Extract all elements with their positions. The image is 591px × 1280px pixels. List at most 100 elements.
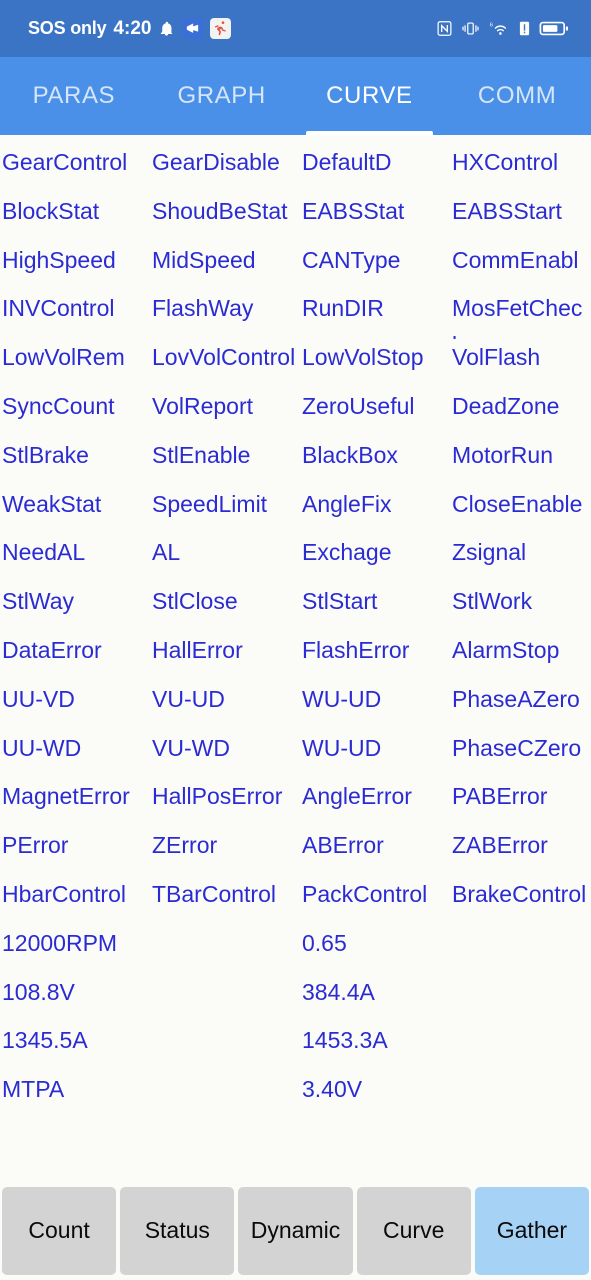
value-row: MTPA 3.40V (0, 1071, 591, 1120)
grid-cell[interactable]: ABError (300, 827, 450, 864)
grid-cell[interactable]: CloseEnable (450, 486, 591, 523)
grid-cell[interactable]: AngleError (300, 778, 450, 815)
grid-cell[interactable]: FlashWay (150, 290, 300, 327)
grid-cell[interactable]: INVControl (0, 290, 150, 327)
grid-cell[interactable]: MotorRun (450, 437, 591, 474)
grid-cell[interactable]: VolReport (150, 388, 300, 425)
grid-cell[interactable]: PError (0, 827, 150, 864)
grid-cell[interactable]: AlarmStop (450, 632, 591, 669)
grid-cell[interactable]: StlWork (450, 583, 591, 620)
grid-row: LowVolRem LovVolControl LowVolStop VolFl… (0, 339, 591, 388)
grid-cell[interactable]: GearDisable (150, 144, 300, 181)
grid-cell[interactable]: GearControl (0, 144, 150, 181)
grid-cell[interactable]: StlClose (150, 583, 300, 620)
grid-cell[interactable]: SpeedLimit (150, 486, 300, 523)
grid-cell[interactable]: SyncCount (0, 388, 150, 425)
grid-cell[interactable]: TBarControl (150, 876, 300, 913)
grid-cell[interactable]: BlockStat (0, 193, 150, 230)
grid-cell[interactable]: FlashError (300, 632, 450, 669)
grid-cell[interactable]: Zsignal (450, 534, 591, 571)
grid-cell[interactable]: PackControl (300, 876, 450, 913)
status-bar-left: SOS only 4:20 (28, 18, 232, 40)
value-cell[interactable]: MTPA (0, 1071, 300, 1108)
grid-cell[interactable]: HbarControl (0, 876, 150, 913)
grid-cell[interactable]: DefaultD (300, 144, 450, 181)
grid-cell[interactable]: StlWay (0, 583, 150, 620)
grid-cell[interactable]: DeadZone (450, 388, 591, 425)
grid-cell[interactable]: MagnetError (0, 778, 150, 815)
grid-cell[interactable]: HallError (150, 632, 300, 669)
grid-cell[interactable]: WU-UD (300, 730, 450, 767)
grid-cell[interactable]: LowVolRem (0, 339, 150, 376)
grid-cell[interactable]: WeakStat (0, 486, 150, 523)
grid-row: StlWay StlClose StlStart StlWork (0, 583, 591, 632)
tab-graph[interactable]: GRAPH (148, 57, 296, 135)
grid-cell[interactable]: ZeroUseful (300, 388, 450, 425)
grid-cell[interactable]: ZError (150, 827, 300, 864)
grid-row: HighSpeed MidSpeed CANType CommEnable (0, 242, 591, 291)
value-cell[interactable]: 3.40V (300, 1071, 591, 1108)
grid-cell[interactable]: PABError (450, 778, 591, 815)
app-blue-icon (182, 18, 204, 39)
grid-cell[interactable]: CommEnable (450, 242, 591, 291)
grid-cell[interactable]: StlEnable (150, 437, 300, 474)
grid-row: HbarControl TBarControl PackControl Brak… (0, 876, 591, 925)
grid-cell[interactable]: ShoudBeStat (150, 193, 300, 230)
button-status[interactable]: Status (120, 1186, 235, 1275)
tab-bar: PARAS GRAPH CURVE COMM (0, 57, 591, 135)
grid-cell[interactable]: DataError (0, 632, 150, 669)
value-cell[interactable]: 0.65 (300, 925, 591, 962)
button-gather[interactable]: Gather (474, 1186, 590, 1275)
button-curve[interactable]: Curve (356, 1186, 471, 1275)
button-dynamic[interactable]: Dynamic (238, 1186, 353, 1275)
grid-cell[interactable]: VolFlash (450, 339, 591, 376)
grid-cell[interactable]: HallPosError (150, 778, 300, 815)
tab-label: PARAS (32, 82, 116, 109)
value-cell[interactable]: 108.8V (0, 974, 300, 1011)
tab-curve[interactable]: CURVE (296, 57, 444, 135)
grid-cell[interactable]: LovVolControl (150, 339, 300, 376)
grid-cell[interactable]: HighSpeed (0, 242, 150, 279)
grid-cell[interactable]: ZABError (450, 827, 591, 864)
nfc-icon (436, 20, 453, 37)
grid-row: GearControl GearDisable DefaultD HXContr… (0, 144, 591, 193)
grid-cell[interactable]: VU-WD (150, 730, 300, 767)
grid-cell[interactable]: NeedAL (0, 534, 150, 571)
tab-paras[interactable]: PARAS (0, 57, 148, 135)
value-cell[interactable]: 12000RPM (0, 925, 300, 962)
tab-comm[interactable]: COMM (443, 57, 591, 135)
grid-cell[interactable]: AL (150, 534, 300, 571)
grid-cell[interactable]: VU-UD (150, 681, 300, 718)
value-cell[interactable]: 384.4A (300, 974, 591, 1011)
grid-cell[interactable]: StlStart (300, 583, 450, 620)
grid-cell[interactable]: MosFetCheck (450, 290, 591, 339)
grid-cell[interactable]: CANType (300, 242, 450, 279)
grid-cell[interactable]: WU-UD (300, 681, 450, 718)
grid-cell[interactable]: PhaseCZero (450, 730, 591, 767)
grid-cell[interactable]: BrakeControl (450, 876, 591, 913)
grid-row: DataError HallError FlashError AlarmStop (0, 632, 591, 681)
value-row: 1345.5A 1453.3A (0, 1022, 591, 1071)
grid-cell[interactable]: RunDIR (300, 290, 450, 327)
app-runner-icon (210, 18, 232, 39)
svg-text:6: 6 (490, 22, 493, 28)
value-cell[interactable]: 1453.3A (300, 1022, 591, 1059)
grid-row: MagnetError HallPosError AngleError PABE… (0, 778, 591, 827)
grid-cell[interactable]: AngleFix (300, 486, 450, 523)
grid-cell[interactable]: UU-WD (0, 730, 150, 767)
grid-cell[interactable]: StlBrake (0, 437, 150, 474)
grid-cell[interactable]: UU-VD (0, 681, 150, 718)
grid-cell[interactable]: LowVolStop (300, 339, 450, 376)
button-count[interactable]: Count (2, 1186, 117, 1275)
wifi6-icon: 6 (488, 20, 510, 37)
grid-cell[interactable]: EABSStart (450, 193, 591, 230)
grid-row: BlockStat ShoudBeStat EABSStat EABSStart (0, 193, 591, 242)
grid-cell[interactable]: BlackBox (300, 437, 450, 474)
grid-cell[interactable]: PhaseAZero (450, 681, 591, 718)
grid-cell[interactable]: EABSStat (300, 193, 450, 230)
value-cell[interactable]: 1345.5A (0, 1022, 300, 1059)
grid-cell[interactable]: HXControl (450, 144, 591, 181)
grid-cell[interactable]: Exchage (300, 534, 450, 571)
grid-row: UU-VD VU-UD WU-UD PhaseAZero (0, 681, 591, 730)
grid-cell[interactable]: MidSpeed (150, 242, 300, 279)
